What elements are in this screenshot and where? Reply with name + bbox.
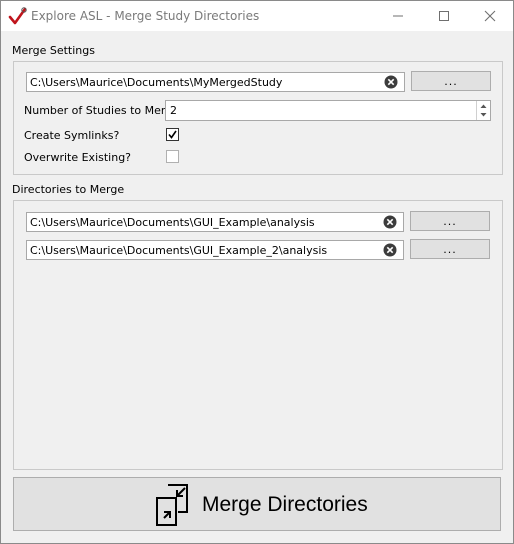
maximize-icon (439, 11, 449, 21)
maximize-button[interactable] (421, 1, 467, 31)
overwrite-checkbox[interactable] (166, 150, 179, 163)
merge-settings-label: Merge Settings (12, 44, 95, 57)
spin-arrows-icon[interactable] (476, 101, 490, 120)
merge-directories-label: Merge Directories (202, 493, 368, 516)
num-studies-label: Number of Studies to Merge (24, 104, 179, 117)
merge-icon (156, 484, 188, 526)
num-studies-spinbox[interactable]: 2 (165, 100, 491, 121)
symlinks-checkbox[interactable] (166, 128, 179, 141)
red-check-icon (8, 7, 27, 25)
output-path-value: C:\Users\Maurice\Documents\MyMergedStudy (30, 76, 283, 89)
merge-settings-group: C:\Users\Maurice\Documents\MyMergedStudy… (13, 61, 503, 175)
directories-label: Directories to Merge (12, 183, 125, 196)
minimize-icon (393, 15, 403, 17)
directory-path-field-2[interactable]: C:\Users\Maurice\Documents\GUI_Example_2… (26, 240, 404, 260)
merge-study-window: Explore ASL - Merge Study Directories Me… (0, 0, 514, 544)
num-studies-value: 2 (170, 104, 177, 117)
directory-browse-button-2[interactable]: ... (410, 239, 490, 259)
minimize-button[interactable] (375, 1, 421, 31)
directories-group: C:\Users\Maurice\Documents\GUI_Example\a… (13, 200, 503, 470)
checkmark-icon (168, 130, 177, 139)
clear-icon[interactable] (384, 75, 398, 89)
close-button[interactable] (467, 1, 513, 31)
title-bar[interactable]: Explore ASL - Merge Study Directories (1, 1, 513, 31)
window-title: Explore ASL - Merge Study Directories (31, 9, 260, 23)
clear-icon[interactable] (383, 215, 397, 229)
output-browse-button[interactable]: ... (411, 71, 491, 91)
clear-icon[interactable] (383, 243, 397, 257)
merge-directories-button[interactable]: Merge Directories (13, 477, 501, 531)
directory-path-value: C:\Users\Maurice\Documents\GUI_Example\a… (30, 216, 315, 229)
close-icon (484, 10, 496, 22)
directory-browse-button-1[interactable]: ... (410, 211, 490, 231)
directory-path-value: C:\Users\Maurice\Documents\GUI_Example_2… (30, 244, 328, 257)
output-path-field[interactable]: C:\Users\Maurice\Documents\MyMergedStudy (26, 72, 405, 92)
directory-path-field-1[interactable]: C:\Users\Maurice\Documents\GUI_Example\a… (26, 212, 404, 232)
overwrite-label: Overwrite Existing? (24, 151, 132, 164)
symlinks-label: Create Symlinks? (24, 129, 120, 142)
